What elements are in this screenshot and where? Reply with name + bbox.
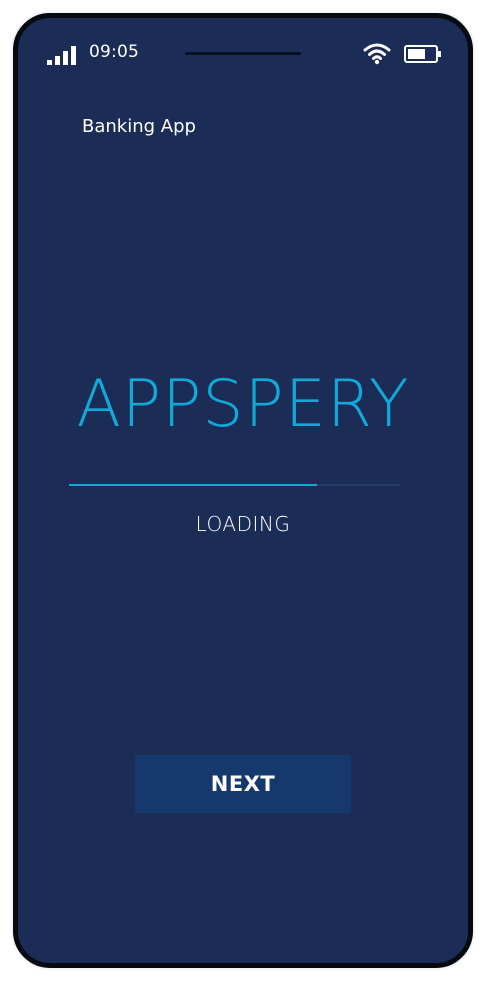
status-bar: 09:05 [18, 18, 468, 78]
speaker-notch [185, 52, 301, 55]
loading-label: LOADING [195, 512, 291, 536]
brand-logo-text: APPSPERY [76, 367, 410, 442]
signal-bars-icon [47, 46, 76, 65]
battery-icon [404, 45, 441, 63]
loading-progress-fill [69, 484, 318, 486]
wifi-icon [363, 43, 391, 65]
status-time: 09:05 [89, 42, 139, 62]
next-button[interactable]: NEXT [135, 755, 351, 813]
loading-progress-bar [69, 484, 400, 486]
app-label: Banking App [82, 116, 196, 137]
phone-screen: 09:05 Banking App APPSPERY LOADING NEXT [13, 13, 473, 968]
